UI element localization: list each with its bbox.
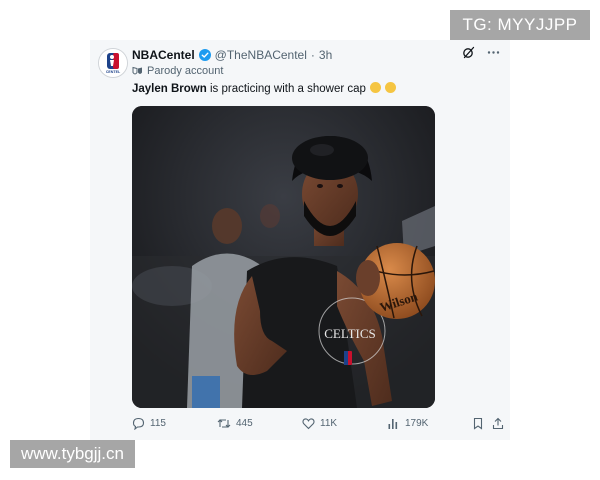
mentioned-name: Jaylen Brown xyxy=(132,83,207,95)
avatar[interactable]: CENTEL xyxy=(98,48,128,78)
share-icon xyxy=(492,417,504,430)
player-photo: CELTICS Wilson xyxy=(132,106,435,408)
repost-count: 445 xyxy=(236,418,253,429)
parody-text: Parody account xyxy=(147,65,224,77)
jersey-text: CELTICS xyxy=(324,326,376,341)
share-button[interactable] xyxy=(492,417,504,430)
reply-icon xyxy=(132,417,145,430)
bookmark-button[interactable] xyxy=(472,417,484,430)
parody-mask-icon xyxy=(132,66,142,74)
tweet-card[interactable]: CENTEL NBACentel @TheNBACentel · 3h Paro… xyxy=(90,40,510,440)
like-icon xyxy=(302,418,315,430)
nba-centel-logo: CENTEL xyxy=(99,49,127,77)
view-count: 179K xyxy=(405,418,429,429)
grok-icon[interactable] xyxy=(462,46,475,59)
like-count: 11K xyxy=(320,418,338,429)
reply-count: 115 xyxy=(150,418,166,429)
bookmark-icon xyxy=(473,417,483,430)
tweet-body: is practicing with a shower cap xyxy=(206,83,366,95)
reply-button[interactable]: 115 xyxy=(132,417,166,430)
separator-dot: · xyxy=(310,48,315,62)
display-name[interactable]: NBACentel xyxy=(132,48,195,62)
handle[interactable]: @TheNBACentel xyxy=(215,48,307,62)
crying-emoji-icon xyxy=(385,82,397,93)
tweet-actions: 115 445 11K 179K xyxy=(132,417,508,433)
watermark-top: TG: MYYJJPP xyxy=(450,10,590,40)
verified-badge-icon xyxy=(198,49,211,61)
crying-emoji-icon xyxy=(370,82,382,93)
header-actions xyxy=(462,46,500,59)
repost-button[interactable]: 445 xyxy=(217,417,253,430)
repost-icon xyxy=(217,419,231,428)
tweet-header: NBACentel @TheNBACentel · 3h xyxy=(132,47,332,63)
tweet-text: Jaylen Brown is practicing with a shower… xyxy=(132,82,397,95)
parody-label: Parody account xyxy=(132,65,223,77)
tweet-photo[interactable]: CELTICS Wilson xyxy=(132,106,435,408)
watermark-bottom: www.tybgjj.cn xyxy=(10,440,135,468)
like-button[interactable]: 11K xyxy=(302,417,337,430)
screenshot-page: TG: MYYJJPP CENTEL NBACentel @TheNBACent… xyxy=(0,0,600,480)
more-icon[interactable] xyxy=(487,46,500,59)
views-button[interactable]: 179K xyxy=(387,417,428,430)
timestamp[interactable]: 3h xyxy=(319,48,332,62)
views-icon xyxy=(388,419,398,429)
avatar-logo-text: CENTEL xyxy=(106,70,121,74)
